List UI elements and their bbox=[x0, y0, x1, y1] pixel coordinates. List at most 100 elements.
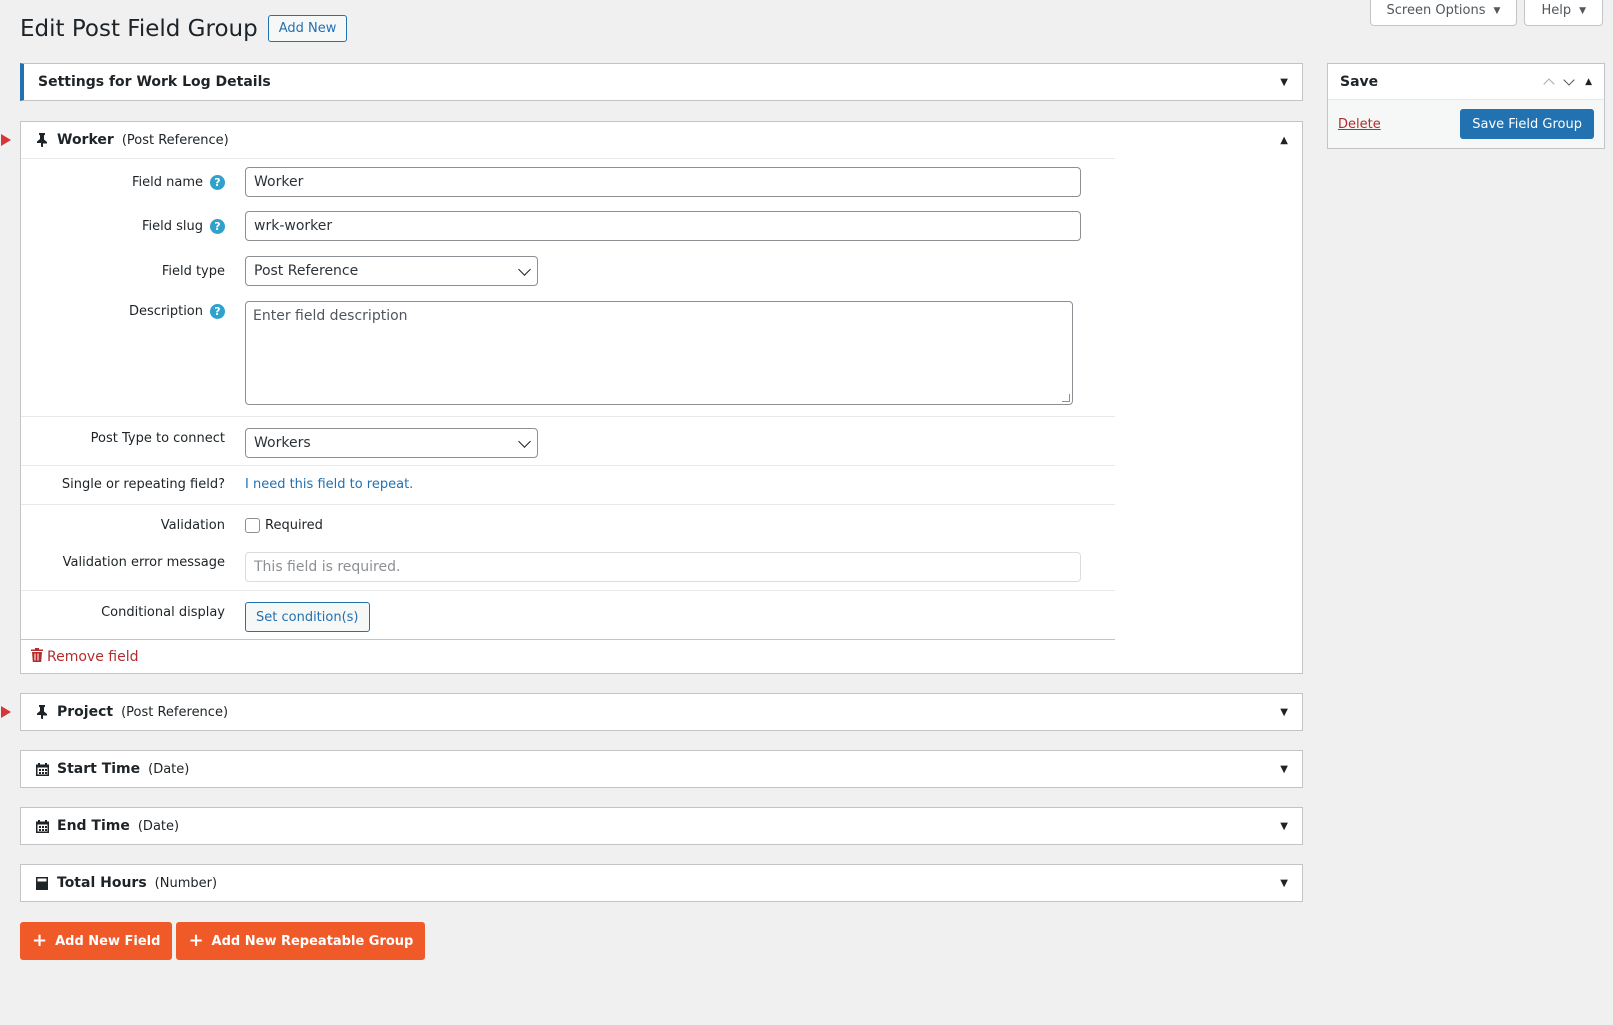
calendar-icon bbox=[35, 762, 49, 776]
screen-meta-links: Screen Options ▼ Help ▼ bbox=[1369, 0, 1603, 26]
required-label: Required bbox=[265, 518, 323, 533]
add-repeatable-group-button[interactable]: + Add New Repeatable Group bbox=[176, 922, 426, 960]
post-type-label: Post Type to connect bbox=[90, 430, 225, 446]
field-name-label: Field name bbox=[131, 174, 203, 190]
field-worker-type: (Post Reference) bbox=[121, 132, 229, 148]
field-type-select[interactable]: Post Reference bbox=[245, 256, 538, 286]
pin-icon bbox=[35, 705, 49, 719]
toggle-up-icon[interactable]: ▲ bbox=[1280, 135, 1288, 146]
screen-options-label: Screen Options bbox=[1386, 3, 1486, 18]
field-slug-input[interactable]: wrk-worker bbox=[245, 211, 1081, 241]
settings-box-title: Settings for Work Log Details bbox=[38, 74, 271, 90]
toggle-down-icon[interactable]: ▼ bbox=[1280, 77, 1288, 88]
pin-icon bbox=[35, 133, 49, 147]
row-single-repeating: Single or repeating field? I need this f… bbox=[21, 466, 1115, 504]
remove-field-label: Remove field bbox=[47, 648, 139, 665]
field-end-time[interactable]: End Time (Date) ▼ bbox=[20, 807, 1303, 845]
toggle-down-icon[interactable]: ▼ bbox=[1280, 707, 1288, 718]
red-arrow-icon bbox=[1, 706, 11, 718]
red-arrow-icon bbox=[1, 134, 11, 146]
field-start-time-type: (Date) bbox=[148, 761, 190, 777]
row-field-slug: Field slug ? wrk-worker bbox=[21, 204, 1115, 248]
field-start-time-header[interactable]: Start Time (Date) ▼ bbox=[21, 751, 1302, 787]
field-worker-name: Worker bbox=[57, 132, 114, 148]
field-project-name: Project bbox=[57, 704, 114, 720]
help-icon[interactable]: ? bbox=[210, 174, 225, 190]
field-total-hours-name: Total Hours bbox=[57, 875, 147, 891]
row-description: Description ? Enter field description bbox=[21, 292, 1115, 416]
settings-box[interactable]: Settings for Work Log Details ▼ bbox=[20, 63, 1303, 101]
save-box: Save ▲ Delete Save Field Group bbox=[1327, 63, 1605, 149]
field-start-time-name: Start Time bbox=[57, 761, 141, 777]
triangle-down-icon: ▼ bbox=[1579, 5, 1586, 16]
delete-link[interactable]: Delete bbox=[1338, 117, 1381, 132]
plus-icon: + bbox=[32, 930, 48, 951]
screen-options-tab[interactable]: Screen Options ▼ bbox=[1369, 0, 1518, 26]
row-field-name: Field name ? Worker bbox=[21, 159, 1115, 204]
resize-grip-icon[interactable] bbox=[1062, 394, 1070, 402]
field-worker-body: Field name ? Worker Field slug ? wrk-wor… bbox=[21, 158, 1115, 639]
validation-error-input[interactable]: This field is required. bbox=[245, 552, 1081, 582]
toggle-down-icon[interactable]: ▼ bbox=[1280, 821, 1288, 832]
field-end-time-type: (Date) bbox=[137, 818, 180, 834]
validation-label: Validation bbox=[160, 518, 225, 533]
field-project-header[interactable]: Project (Post Reference) ▼ bbox=[21, 694, 1302, 730]
field-type-label: Field type bbox=[161, 263, 225, 279]
required-checkbox[interactable] bbox=[245, 518, 260, 533]
help-label: Help bbox=[1541, 3, 1572, 18]
trash-icon bbox=[31, 647, 43, 666]
row-validation: Validation Required bbox=[21, 505, 1115, 543]
toggle-down-icon[interactable]: ▼ bbox=[1280, 764, 1288, 775]
field-total-hours-header[interactable]: Total Hours (Number) ▼ bbox=[21, 865, 1302, 901]
chevron-down-icon bbox=[518, 262, 531, 276]
triangle-down-icon: ▼ bbox=[1493, 5, 1501, 16]
plus-icon: + bbox=[188, 930, 204, 951]
description-textarea[interactable]: Enter field description bbox=[245, 301, 1073, 405]
set-condition-button[interactable]: Set condition(s) bbox=[245, 602, 370, 632]
toggle-up-icon[interactable]: ▲ bbox=[1585, 77, 1592, 87]
single-repeating-label: Single or repeating field? bbox=[61, 477, 225, 492]
description-label: Description bbox=[128, 303, 203, 319]
add-new-field-button[interactable]: + Add New Field bbox=[20, 922, 173, 960]
field-start-time[interactable]: Start Time (Date) ▼ bbox=[20, 750, 1303, 788]
page-title: Edit Post Field Group bbox=[20, 15, 258, 42]
row-field-type: Field type Post Reference bbox=[21, 248, 1115, 292]
post-type-select[interactable]: Workers bbox=[245, 428, 538, 458]
move-up-icon[interactable] bbox=[1543, 77, 1555, 90]
post-type-value: Workers bbox=[254, 435, 311, 451]
add-new-button[interactable]: Add New bbox=[267, 15, 348, 42]
field-total-hours[interactable]: Total Hours (Number) ▼ bbox=[20, 864, 1303, 902]
help-icon[interactable]: ? bbox=[210, 218, 225, 234]
toggle-down-icon[interactable]: ▼ bbox=[1280, 878, 1288, 889]
field-total-hours-type: (Number) bbox=[154, 875, 218, 891]
save-field-group-button[interactable]: Save Field Group bbox=[1460, 109, 1594, 139]
add-new-field-label: Add New Field bbox=[55, 933, 161, 949]
save-box-body: Delete Save Field Group bbox=[1328, 100, 1604, 148]
field-type-value: Post Reference bbox=[254, 263, 359, 279]
field-slug-label: Field slug bbox=[141, 218, 203, 234]
calendar-icon bbox=[35, 819, 49, 833]
validation-error-label: Validation error message bbox=[62, 554, 225, 570]
title-row: Edit Post Field Group Add New bbox=[20, 15, 348, 42]
add-buttons-row: + Add New Field + Add New Repeatable Gro… bbox=[20, 922, 1303, 960]
save-box-header: Save ▲ bbox=[1328, 64, 1604, 100]
row-validation-error: Validation error message This field is r… bbox=[21, 543, 1115, 590]
field-end-time-header[interactable]: End Time (Date) ▼ bbox=[21, 808, 1302, 844]
description-placeholder: Enter field description bbox=[253, 308, 408, 324]
field-name-input[interactable]: Worker bbox=[245, 167, 1081, 197]
field-project[interactable]: Project (Post Reference) ▼ bbox=[1, 693, 1303, 731]
remove-field-link[interactable]: Remove field bbox=[21, 639, 1115, 673]
row-post-type: Post Type to connect Workers bbox=[21, 417, 1115, 465]
calculator-icon bbox=[35, 876, 49, 890]
add-repeatable-group-label: Add New Repeatable Group bbox=[211, 933, 414, 949]
field-project-type: (Post Reference) bbox=[121, 704, 229, 720]
move-down-icon[interactable] bbox=[1563, 73, 1575, 86]
help-icon[interactable]: ? bbox=[210, 303, 225, 319]
help-tab[interactable]: Help ▼ bbox=[1524, 0, 1603, 26]
repeat-field-link[interactable]: I need this field to repeat. bbox=[245, 477, 413, 492]
row-conditional: Conditional display Set condition(s) bbox=[21, 591, 1115, 639]
main-column: Settings for Work Log Details ▼ Worker (… bbox=[1, 63, 1303, 960]
field-end-time-name: End Time bbox=[57, 818, 130, 834]
save-box-title: Save bbox=[1340, 73, 1379, 90]
field-worker-header[interactable]: Worker (Post Reference) ▲ bbox=[21, 122, 1302, 158]
